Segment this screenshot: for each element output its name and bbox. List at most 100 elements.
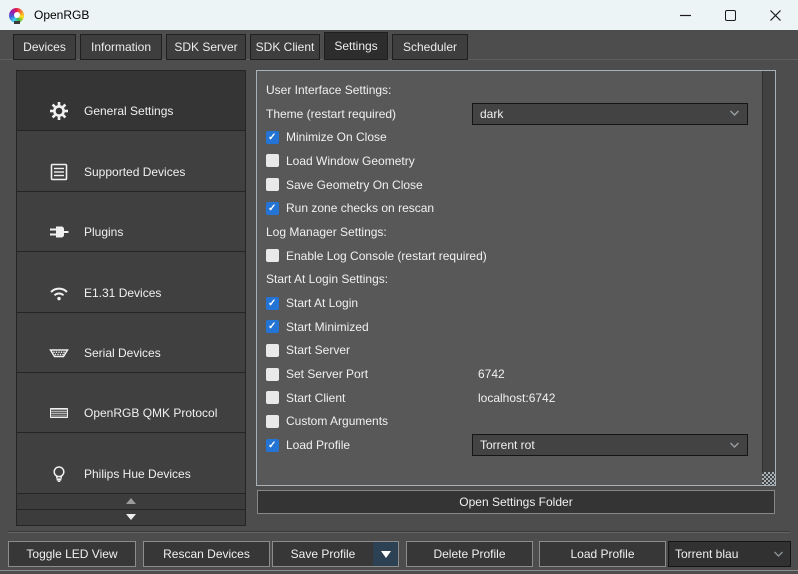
tab-bar: Devices Information SDK Server SDK Clien… bbox=[13, 32, 468, 60]
plug-icon bbox=[47, 221, 71, 243]
sidebar-item-label: E1.31 Devices bbox=[84, 285, 162, 300]
load-window-geometry-row: Load Window Geometry bbox=[266, 149, 756, 173]
serial-port-icon bbox=[47, 342, 71, 364]
open-settings-folder-button[interactable]: Open Settings Folder bbox=[257, 490, 775, 514]
load-profile-checkbox[interactable] bbox=[266, 438, 279, 452]
section-user-interface-settings: User Interface Settings: bbox=[266, 78, 756, 102]
checkbox-label: Enable Log Console (restart required) bbox=[286, 248, 487, 263]
enable-log-console-row: Enable Log Console (restart required) bbox=[266, 244, 756, 268]
section-log-manager-settings: Log Manager Settings: bbox=[266, 220, 756, 244]
checkbox-label: Load Window Geometry bbox=[286, 153, 415, 168]
open-settings-folder-label: Open Settings Folder bbox=[459, 495, 573, 509]
minimize-on-close-row: Minimize On Close bbox=[266, 125, 756, 149]
sidebar-item-label: Philips Hue Devices bbox=[84, 466, 191, 481]
checkbox-label: Set Server Port bbox=[286, 367, 369, 382]
delete-profile-label: Delete Profile bbox=[433, 547, 506, 561]
section-start-at-login-settings: Start At Login Settings: bbox=[266, 268, 756, 292]
content-bottom-divider bbox=[8, 531, 790, 533]
panel-scrollbar[interactable] bbox=[762, 71, 775, 485]
panel-resize-grip[interactable] bbox=[762, 472, 775, 485]
checkbox-label: Start At Login bbox=[286, 296, 359, 311]
minimize-on-close-checkbox[interactable] bbox=[266, 130, 279, 144]
save-profile-button[interactable]: Save Profile bbox=[272, 541, 399, 567]
tab-information[interactable]: Information bbox=[80, 34, 162, 60]
delete-profile-button[interactable]: Delete Profile bbox=[406, 541, 533, 567]
window-controls bbox=[663, 0, 798, 30]
close-button[interactable] bbox=[753, 0, 798, 30]
theme-dropdown[interactable]: dark bbox=[472, 102, 748, 125]
tab-devices[interactable]: Devices bbox=[13, 34, 76, 60]
theme-label: Theme (restart required) bbox=[266, 106, 397, 121]
close-icon bbox=[770, 9, 781, 21]
titlebar: OpenRGB bbox=[0, 0, 798, 30]
tab-sdk-server[interactable]: SDK Server bbox=[166, 34, 246, 60]
sidebar-item-supported-devices[interactable]: Supported Devices bbox=[17, 131, 245, 192]
sidebar-scroll-up-button[interactable] bbox=[17, 493, 245, 510]
wifi-icon bbox=[47, 282, 71, 304]
load-profile-dropdown[interactable]: Torrent rot bbox=[472, 434, 748, 457]
load-profile-dropdown-value: Torrent rot bbox=[480, 438, 535, 453]
enable-log-console-checkbox[interactable] bbox=[266, 249, 279, 263]
start-minimized-checkbox[interactable] bbox=[266, 320, 279, 334]
save-profile-dropdown-button[interactable] bbox=[373, 542, 398, 566]
sidebar-item-e131-devices[interactable]: E1.31 Devices bbox=[17, 252, 245, 313]
sidebar-item-label: Plugins bbox=[84, 225, 124, 240]
save-geometry-on-close-checkbox[interactable] bbox=[266, 178, 279, 192]
load-profile-row: Load Profile Torrent rot bbox=[266, 433, 756, 457]
theme-dropdown-value: dark bbox=[480, 106, 504, 121]
start-minimized-row: Start Minimized bbox=[266, 315, 756, 339]
profile-select-value: Torrent blau bbox=[675, 547, 739, 561]
window-bottom-edge bbox=[0, 570, 798, 571]
sidebar-item-label: OpenRGB QMK Protocol bbox=[84, 406, 218, 421]
sidebar-item-general-settings[interactable]: General Settings bbox=[17, 71, 245, 132]
section-label: Log Manager Settings: bbox=[266, 224, 387, 239]
start-client-checkbox[interactable] bbox=[266, 391, 279, 405]
sidebar-scroll-down-button[interactable] bbox=[17, 509, 245, 526]
client-host-value: localhost:6742 bbox=[478, 390, 556, 405]
server-port-value: 6742 bbox=[478, 367, 505, 382]
chevron-up-icon bbox=[126, 498, 136, 505]
sidebar-item-label: Serial Devices bbox=[84, 345, 161, 360]
settings-rows: User Interface Settings: Theme (restart … bbox=[266, 78, 756, 457]
load-profile-button[interactable]: Load Profile bbox=[539, 541, 666, 567]
maximize-button[interactable] bbox=[708, 0, 753, 30]
toggle-led-view-button[interactable]: Toggle LED View bbox=[8, 541, 136, 567]
start-at-login-checkbox[interactable] bbox=[266, 296, 279, 310]
start-server-checkbox[interactable] bbox=[266, 343, 279, 357]
section-label: User Interface Settings: bbox=[266, 82, 392, 97]
start-at-login-row: Start At Login bbox=[266, 291, 756, 315]
checkbox-label: Minimize On Close bbox=[286, 130, 387, 145]
checkbox-label: Load Profile bbox=[286, 438, 351, 453]
checkbox-label: Custom Arguments bbox=[286, 414, 389, 429]
sidebar-item-openrgb-qmk-protocol[interactable]: OpenRGB QMK Protocol bbox=[17, 372, 245, 434]
checkbox-label: Start Client bbox=[286, 390, 346, 405]
load-window-geometry-checkbox[interactable] bbox=[266, 154, 279, 168]
sidebar-item-label: Supported Devices bbox=[84, 164, 186, 179]
set-server-port-row: Set Server Port 6742 bbox=[266, 362, 756, 386]
chevron-down-icon bbox=[730, 110, 739, 117]
sidebar-item-serial-devices[interactable]: Serial Devices bbox=[17, 312, 245, 373]
sidebar-item-plugins[interactable]: Plugins bbox=[17, 191, 245, 253]
start-server-row: Start Server bbox=[266, 339, 756, 363]
minimize-icon bbox=[680, 14, 691, 16]
chevron-down-icon bbox=[774, 551, 783, 557]
gear-icon bbox=[47, 100, 71, 122]
profile-select-dropdown[interactable]: Torrent blau bbox=[668, 541, 791, 567]
checkbox-label: Save Geometry On Close bbox=[286, 177, 423, 192]
tab-sdk-client[interactable]: SDK Client bbox=[250, 34, 320, 60]
sidebar-item-philips-hue-devices[interactable]: Philips Hue Devices bbox=[17, 433, 245, 494]
sidebar-item-label: General Settings bbox=[84, 104, 174, 119]
maximize-icon bbox=[725, 9, 736, 21]
save-profile-label: Save Profile bbox=[290, 547, 356, 561]
custom-arguments-checkbox[interactable] bbox=[266, 414, 279, 428]
settings-category-list: General Settings Supported Devices Plugi… bbox=[16, 70, 246, 526]
minimize-button[interactable] bbox=[663, 0, 708, 30]
openrgb-app-icon bbox=[9, 7, 24, 24]
tab-scheduler[interactable]: Scheduler bbox=[392, 34, 468, 60]
run-zone-checks-checkbox[interactable] bbox=[266, 201, 279, 215]
general-settings-panel: User Interface Settings: Theme (restart … bbox=[256, 70, 776, 486]
tab-settings[interactable]: Settings bbox=[324, 32, 388, 60]
rescan-devices-button[interactable]: Rescan Devices bbox=[143, 541, 270, 567]
set-server-port-checkbox[interactable] bbox=[266, 367, 279, 381]
checkbox-label: Start Server bbox=[286, 343, 351, 358]
